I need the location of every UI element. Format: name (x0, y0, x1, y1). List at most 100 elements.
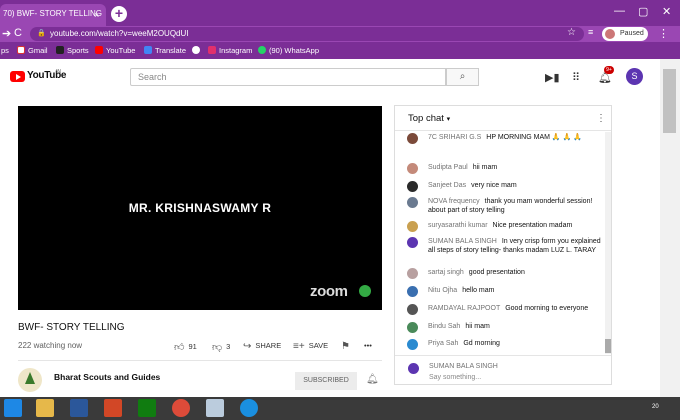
like-button[interactable]: 👍︎ 91 (174, 341, 197, 353)
taskbar-clock: 20 (652, 404, 659, 410)
profile-status: Paused (620, 30, 644, 37)
powerpoint-icon[interactable] (104, 399, 122, 417)
minimize-icon[interactable]: — (614, 5, 625, 17)
tab-title: 70) BWF- STORY TELLING (3, 9, 102, 18)
apps-grid-icon[interactable]: ⠿ (572, 71, 580, 84)
gmail-icon (17, 46, 25, 54)
chat-message-input[interactable]: Say something... (429, 374, 603, 384)
bookmark-whatsapp[interactable]: (90) WhatsApp (258, 46, 319, 55)
youtube-header: YouTube IN Search ⌕ ▶▮ ⠿ 🔔︎ 9+ S (0, 59, 660, 94)
reload-icon[interactable]: C (14, 27, 22, 39)
file-explorer-icon[interactable] (36, 399, 54, 417)
page-scrollbar-thumb[interactable] (663, 69, 676, 133)
new-tab-button[interactable]: + (111, 6, 127, 22)
chat-message: Nitu Ojha hello mam (407, 286, 603, 297)
video-player[interactable]: MR. KRISHNASWAMY R zoom (18, 106, 382, 310)
chat-scrollbar-thumb[interactable] (605, 339, 611, 353)
translate-icon (144, 46, 152, 54)
chat-message: RAMDAYAL RAJPOOT Good morning to everyone (407, 304, 603, 315)
video-title: BWF- STORY TELLING (18, 322, 125, 333)
search-icon: ⌕ (459, 71, 466, 82)
bookmark-instagram[interactable]: Instagram (208, 46, 252, 55)
zoom-logo-icon (359, 285, 371, 297)
windows-taskbar: 20 (0, 397, 680, 420)
address-bar[interactable]: 🔒 youtube.com/watch?v=weeM2OUQdUI (30, 27, 584, 41)
bookmark-sports[interactable]: Sports (56, 46, 89, 55)
search-button[interactable]: ⌕ (446, 68, 479, 86)
browser-toolbar: ➔ C 🔒 youtube.com/watch?v=weeM2OUQdUI ☆ … (0, 26, 680, 42)
chrome-bookmark-icon (192, 46, 200, 54)
chat-message: Bindu Sah hii mam (407, 322, 603, 333)
excel-icon[interactable] (138, 399, 156, 417)
chat-avatar (407, 268, 418, 279)
chat-avatar (407, 181, 418, 192)
chat-avatar (407, 221, 418, 232)
instagram-icon (208, 46, 216, 54)
whatsapp-icon (258, 46, 266, 54)
reading-list-icon[interactable]: ≡ (588, 27, 593, 37)
chat-menu-icon[interactable]: ⋮ (596, 113, 606, 124)
thumbs-up-icon: 👍︎ (174, 342, 185, 353)
chat-message: suryasarathi kumar Nice presentation mada… (407, 221, 603, 232)
search-input[interactable]: Search (130, 68, 446, 86)
chat-avatar (407, 304, 418, 315)
calculator-icon[interactable] (206, 399, 224, 417)
more-actions-button[interactable]: ••• (364, 341, 372, 350)
add-to-playlist-icon: ≡+ (293, 341, 305, 352)
share-button[interactable]: ↪ SHARE (243, 341, 281, 352)
chrome-taskbar-icon[interactable] (172, 399, 190, 417)
region-code: IN (56, 69, 61, 75)
chat-header: Top chat ▾ ⋮ (395, 106, 611, 131)
bookmark-chrome[interactable] (192, 46, 203, 55)
chat-user-name: SUMAN BALA SINGH (429, 363, 498, 370)
dislike-button[interactable]: 👎︎ 3 (212, 341, 230, 353)
bookmark-translate[interactable]: Translate (144, 46, 186, 55)
channel-name[interactable]: Bharat Scouts and Guides (54, 372, 160, 382)
chat-message: 7C SRIHARI G.S HP MORNING MAM 🙏 🙏 🙏 (407, 133, 603, 144)
maximize-icon[interactable]: ▢ (638, 5, 648, 18)
subscribe-button[interactable]: SUBSCRIBED (295, 372, 357, 390)
sports-icon (56, 46, 64, 54)
video-overlay-name: MR. KRISHNASWAMY R (128, 201, 272, 215)
chat-avatar (407, 197, 418, 208)
chat-message: sartaj singh good presentation (407, 268, 603, 279)
bookmark-star-icon[interactable]: ☆ (567, 27, 576, 38)
youtube-logo-icon[interactable] (10, 71, 25, 82)
bookmarks-bar: ps Gmail Sports YouTube Translate Instag… (0, 42, 680, 59)
profile-button[interactable]: Paused (602, 27, 648, 41)
chat-mode-dropdown[interactable]: Top chat ▾ (408, 113, 450, 124)
chat-avatar (407, 286, 418, 297)
chat-avatar (407, 237, 418, 248)
flag-icon: ⚑ (341, 341, 350, 352)
report-button[interactable]: ⚑ (341, 341, 354, 352)
notification-badge: 9+ (604, 66, 614, 74)
bookmark-apps[interactable]: ps (1, 46, 9, 55)
user-avatar[interactable]: S (626, 68, 643, 85)
save-button[interactable]: ≡+ SAVE (293, 341, 328, 352)
chat-message: Sanjeet Das very nice mam (407, 181, 603, 192)
chat-avatar (407, 322, 418, 333)
chat-message: NOVA frequency thank you mam wonderful se… (407, 197, 603, 215)
browser-tab[interactable]: 70) BWF- STORY TELLING (0, 4, 106, 26)
youtube-bookmark-icon (95, 46, 103, 54)
word-icon[interactable] (70, 399, 88, 417)
start-icon[interactable] (4, 399, 22, 417)
tab-close-icon[interactable]: × (94, 10, 99, 20)
close-window-icon[interactable]: ✕ (662, 5, 671, 18)
edge-icon[interactable] (240, 399, 258, 417)
chat-avatar (407, 163, 418, 174)
chevron-down-icon: ▾ (446, 116, 451, 123)
bookmark-gmail[interactable]: Gmail (17, 46, 48, 55)
channel-avatar[interactable] (18, 368, 42, 392)
forward-icon[interactable]: ➔ (2, 27, 11, 40)
chat-message: SUMAN BALA SINGH In very crisp form you e… (407, 237, 603, 255)
viewer-count: 222 watching now (18, 341, 83, 350)
subscription-bell-icon[interactable]: 🔔︎ (366, 374, 379, 385)
browser-tab-strip: 70) BWF- STORY TELLING × + — ▢ ✕ (0, 0, 680, 26)
live-chat-panel: Top chat ▾ ⋮ 7C SRIHARI G.S HP MORNING MA… (394, 105, 612, 385)
bookmark-youtube[interactable]: YouTube (95, 46, 135, 55)
create-video-icon[interactable]: ▶▮ (545, 71, 560, 84)
chat-message: Sudipta Paul hii mam (407, 163, 603, 174)
chat-scrollbar[interactable] (605, 132, 611, 354)
browser-menu-icon[interactable]: ⋮ (658, 27, 669, 40)
